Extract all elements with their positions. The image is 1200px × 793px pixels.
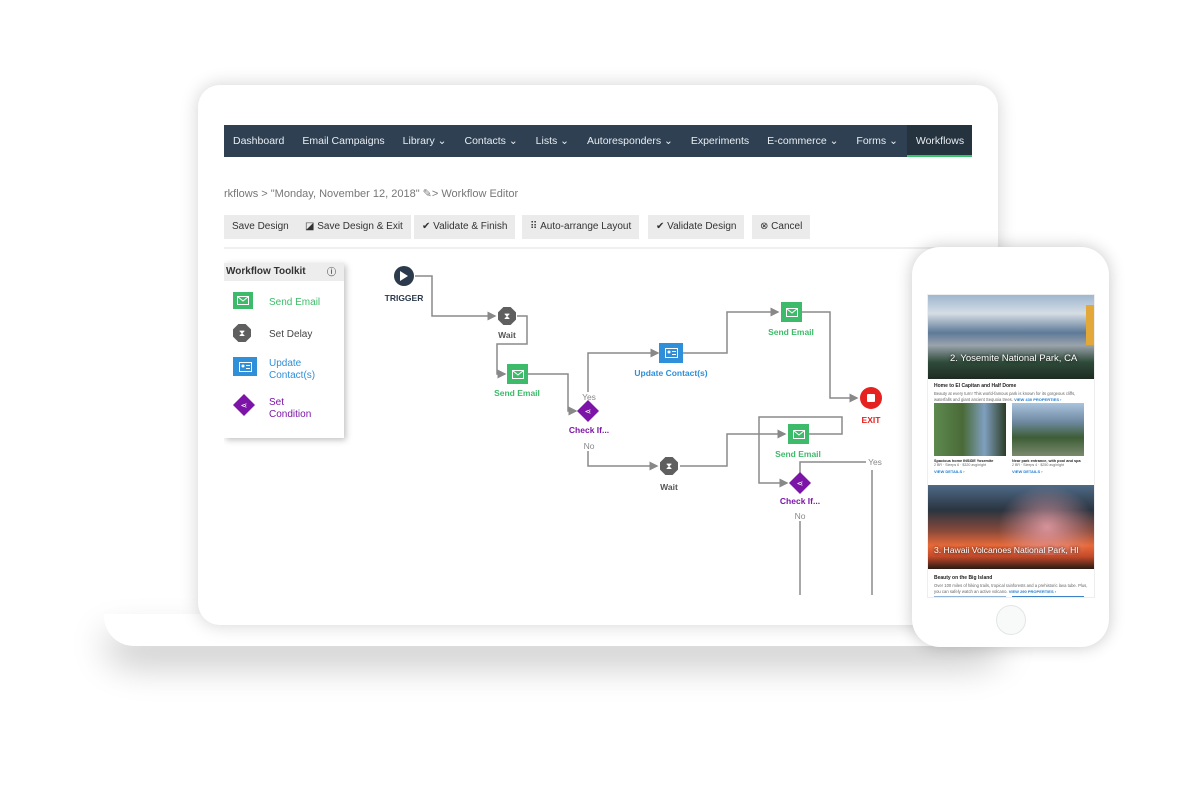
check-if-label: Check If...	[568, 425, 610, 435]
section-heading: Home to El Capitan and Half Dome	[934, 383, 1017, 389]
trigger-play-icon[interactable]	[394, 266, 414, 286]
connector	[799, 461, 866, 473]
yes-label: Yes	[868, 457, 882, 467]
section-title: 2. Yosemite National Park, CA	[950, 353, 1078, 364]
wait-hourglass-icon[interactable]: ⧗	[660, 457, 678, 475]
listing-image[interactable]	[934, 403, 1006, 456]
phone-home-button[interactable]	[996, 605, 1026, 635]
phone-screen: 2. Yosemite National Park, CA Home to El…	[927, 294, 1095, 598]
send-email-label: Send Email	[494, 388, 540, 398]
update-contact-card-icon[interactable]	[659, 343, 683, 363]
send-email-envelope-icon[interactable]	[781, 302, 802, 322]
section-heading: Beauty on the Big Island	[934, 575, 993, 581]
trigger-label: TRIGGER	[384, 293, 424, 303]
send-email-label: Send Email	[768, 327, 814, 337]
view-details-link[interactable]: VIEW DETAILS ›	[934, 469, 1006, 474]
listing-image[interactable]	[1012, 403, 1084, 456]
send-email-envelope-icon[interactable]	[507, 364, 528, 384]
wait-label: Wait	[498, 330, 516, 340]
listing-image	[934, 596, 1006, 597]
connector	[415, 275, 497, 321]
view-details-link[interactable]: VIEW DETAILS ›	[1012, 469, 1086, 474]
connector	[587, 451, 659, 471]
yosemite-image: 2. Yosemite National Park, CA	[928, 295, 1094, 379]
wait-hourglass-icon[interactable]: ⧗	[498, 307, 516, 325]
wait-label: Wait	[660, 482, 678, 492]
hawaii-volcano-image: 3. Hawaii Volcanoes National Park, HI	[928, 485, 1094, 569]
listing-image	[1012, 596, 1084, 597]
connector	[683, 307, 780, 354]
section-title: 3. Hawaii Volcanoes National Park, HI	[934, 545, 1079, 555]
check-if-label: Check If...	[779, 496, 821, 506]
connector	[802, 311, 859, 403]
view-properties-link[interactable]: VIEW 290 PROPERTIES ›	[1009, 589, 1056, 594]
yes-label: Yes	[582, 392, 596, 402]
no-label: No	[794, 511, 806, 521]
exit-stop-icon[interactable]	[860, 387, 882, 409]
view-properties-link[interactable]: VIEW 430 PROPERTIES ›	[1014, 397, 1061, 402]
exit-label: EXIT	[861, 415, 881, 425]
send-email-label: Send Email	[775, 449, 821, 459]
send-email-envelope-icon[interactable]	[788, 424, 809, 444]
no-label: No	[583, 441, 595, 451]
connector	[680, 429, 787, 467]
update-contacts-label: Update Contact(s)	[634, 368, 708, 378]
